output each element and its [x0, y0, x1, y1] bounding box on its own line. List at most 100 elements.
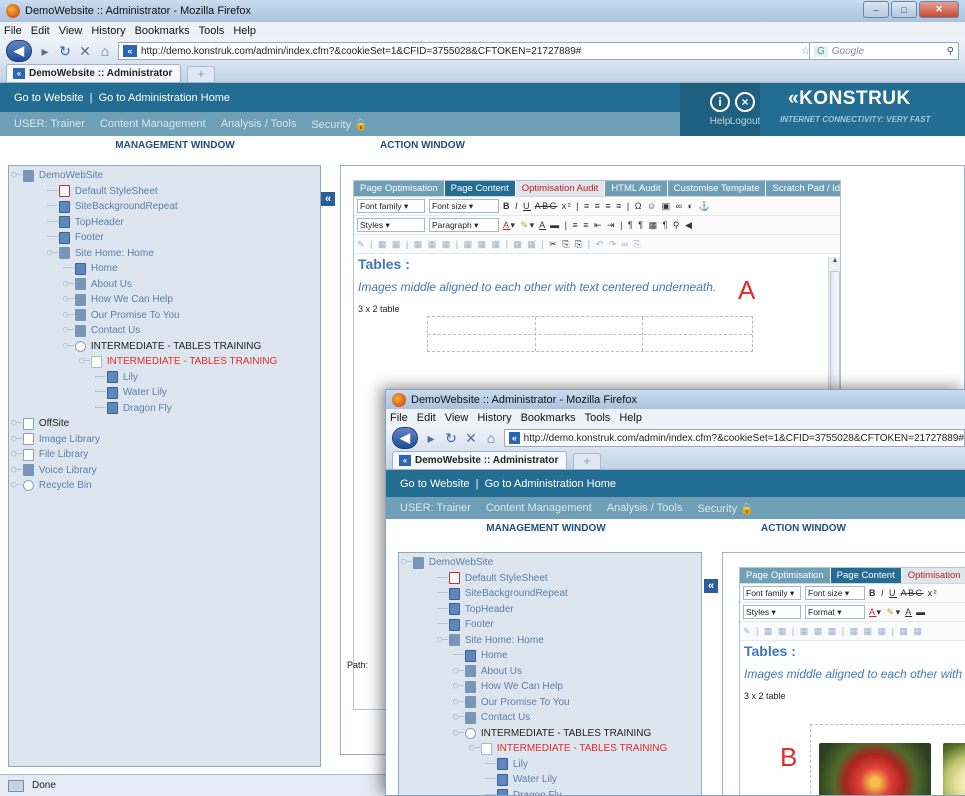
tree-item[interactable]: —— Default StyleSheet	[401, 571, 701, 587]
tree-connector[interactable]: ○—	[401, 555, 412, 571]
tree-connector[interactable]: ——	[47, 199, 58, 215]
paragraph-select[interactable]: Paragraph ▾	[429, 218, 499, 232]
tree-connector[interactable]: ○—	[11, 416, 22, 432]
forward-icon[interactable]: ▸	[38, 43, 52, 60]
tree-item[interactable]: ○— How We Can Help	[11, 292, 320, 308]
menu-bookmarks[interactable]: Bookmarks	[135, 25, 190, 37]
tree-connector[interactable]: ○—	[63, 323, 74, 339]
tree-connector[interactable]: ○—	[437, 633, 448, 649]
menu-view-b[interactable]: View	[445, 412, 469, 424]
tree-item[interactable]: —— Home	[401, 648, 701, 664]
tree-connector[interactable]: ○—	[79, 354, 90, 370]
tree-item[interactable]: ○— Our Promise To You	[401, 695, 701, 711]
tab-customise-template[interactable]: Customise Template	[667, 181, 767, 196]
tree-connector[interactable]: ○—	[453, 726, 464, 742]
back-button[interactable]: ◀	[6, 40, 32, 62]
new-tab-button[interactable]: +	[187, 66, 215, 82]
menu-file-b[interactable]: File	[390, 412, 408, 424]
menu-help-b[interactable]: Help	[619, 412, 642, 424]
menu-help[interactable]: Help	[233, 25, 256, 37]
tab-optimisation-audit[interactable]: Optimisation Audit	[515, 181, 606, 196]
tree-item[interactable]: ○— Recycle Bin	[11, 478, 320, 494]
collapse-panel-icon-b[interactable]: «	[704, 579, 718, 593]
url-field[interactable]: « http://demo.konstruk.com/admin/index.c…	[118, 42, 815, 60]
nav-links-b[interactable]: Go to Website | Go to Administration Hom…	[400, 478, 616, 490]
tree-connector[interactable]: ——	[485, 757, 496, 773]
stop-icon-b[interactable]: ✕	[464, 430, 478, 447]
format-select-b[interactable]: Format ▾	[805, 605, 865, 619]
home-icon[interactable]: ⌂	[98, 43, 112, 59]
logout-button[interactable]: × Logout	[725, 83, 765, 136]
menu-history[interactable]: History	[91, 25, 125, 37]
tree-item[interactable]: ○— DemoWebSite	[401, 555, 701, 571]
tree-item[interactable]: —— Default StyleSheet	[11, 184, 320, 200]
analysis-tools-link[interactable]: Analysis / Tools	[221, 118, 297, 130]
table-buttons-b[interactable]: ✎ | ▦ ▦ | ▦ ▦ ▦ | ▦ ▦ ▦ | ▦ ▦	[743, 626, 923, 637]
format-buttons[interactable]: B I U ABC x² | ≡ ≡ ≡ ≡ | Ω ☺ ▣ ∞ ◐ ⚓	[503, 201, 711, 212]
font-size-select[interactable]: Font size ▾	[429, 199, 499, 213]
tree-connector[interactable]: ○—	[453, 695, 464, 711]
browser-tab-b[interactable]: « DemoWebsite :: Administrator	[392, 451, 567, 469]
scroll-up-icon[interactable]: ▲	[829, 257, 840, 264]
tree-connector[interactable]: ○—	[63, 277, 74, 293]
image-table-grid[interactable]	[810, 724, 965, 795]
browser-tab[interactable]: « DemoWebsite :: Administrator	[6, 64, 181, 82]
tree-item[interactable]: ○— DemoWebSite	[11, 168, 320, 184]
tree-connector[interactable]: ——	[95, 370, 106, 386]
tab-page-optimisation-b[interactable]: Page Optimisation	[740, 568, 831, 583]
tree-item[interactable]: —— Lily	[11, 370, 320, 386]
tree-connector[interactable]: ——	[437, 586, 448, 602]
security-link[interactable]: Security 🔒	[311, 118, 368, 131]
tree-connector[interactable]: ○—	[63, 339, 74, 355]
tree-item[interactable]: —— TopHeader	[401, 602, 701, 618]
tree-connector[interactable]: ○—	[63, 292, 74, 308]
tree-item[interactable]: ○— INTERMEDIATE - TABLES TRAINING	[401, 741, 701, 757]
search-engine-icon[interactable]: G	[814, 45, 828, 57]
tab-page-optimisation[interactable]: Page Optimisation	[354, 181, 445, 196]
search-field[interactable]: G Google ⚲	[809, 42, 959, 60]
tree-connector[interactable]: ○—	[469, 741, 480, 757]
tree-connector[interactable]: ○—	[11, 432, 22, 448]
tree-item[interactable]: ○— Site Home: Home	[401, 633, 701, 649]
tree-item[interactable]: —— SiteBackgroundRepeat	[11, 199, 320, 215]
tree-item[interactable]: ○— Voice Library	[11, 463, 320, 479]
tree-connector[interactable]: ○—	[453, 664, 464, 680]
tree-item[interactable]: —— Home	[11, 261, 320, 277]
tree-item[interactable]: ○— Image Library	[11, 432, 320, 448]
tree-connector[interactable]: ○—	[453, 679, 464, 695]
tree-item[interactable]: ○— Contact Us	[401, 710, 701, 726]
tree-item[interactable]: ○— INTERMEDIATE - TABLES TRAINING	[11, 354, 320, 370]
tab-page-content-b[interactable]: Page Content	[830, 568, 902, 583]
empty-table-grid[interactable]	[427, 316, 753, 352]
security-link-b[interactable]: Security 🔒	[697, 502, 754, 515]
menu-tools-b[interactable]: Tools	[585, 412, 611, 424]
tree-item[interactable]: —— Footer	[11, 230, 320, 246]
tree-connector[interactable]: ——	[437, 602, 448, 618]
tree-item[interactable]: ○— Site Home: Home	[11, 246, 320, 262]
tree-connector[interactable]: ——	[453, 648, 464, 664]
tab-scratch-pad[interactable]: Scratch Pad / Ideas	[766, 181, 840, 196]
tree-connector[interactable]: ○—	[11, 463, 22, 479]
tree-connector[interactable]: ○—	[47, 246, 58, 262]
tree-item[interactable]: —— SiteBackgroundRepeat	[401, 586, 701, 602]
tree-connector[interactable]: ○—	[453, 710, 464, 726]
tab-html-audit[interactable]: HTML Audit	[605, 181, 668, 196]
menu-edit-b[interactable]: Edit	[417, 412, 436, 424]
menu-edit[interactable]: Edit	[31, 25, 50, 37]
editor-content[interactable]: Tables : Images middle aligned to each o…	[354, 254, 840, 316]
stop-icon[interactable]: ✕	[78, 43, 92, 60]
editor-content-b[interactable]: Tables : Images middle aligned to each o…	[740, 641, 965, 703]
tab-optimisation-b[interactable]: Optimisation	[901, 568, 965, 583]
styles-select-b[interactable]: Styles ▾	[743, 605, 801, 619]
reload-icon-b[interactable]: ↻	[444, 430, 458, 447]
font-size-select-b[interactable]: Font size ▾	[805, 586, 865, 600]
tree-item[interactable]: ○— About Us	[11, 277, 320, 293]
tree-connector[interactable]: ——	[47, 184, 58, 200]
tree-connector[interactable]: ——	[95, 401, 106, 417]
tree-item[interactable]: ○— File Library	[11, 447, 320, 463]
tree-item[interactable]: ○— Contact Us	[11, 323, 320, 339]
menu-history-b[interactable]: History	[477, 412, 511, 424]
table-buttons[interactable]: ✎ | ▦ ▦ | ▦ ▦ ▦ | ▦ ▦ ▦ | ▦ ▦ | ✂ ⎘ ⎘ | …	[357, 239, 642, 250]
home-icon-b[interactable]: ⌂	[484, 430, 498, 446]
color-list-buttons[interactable]: A▾ ✎▾ A ▬ | ≡ ≡ ⇤ ⇥ | ¶ ¶ ▦ ¶ ⚲ ◀	[503, 220, 693, 231]
